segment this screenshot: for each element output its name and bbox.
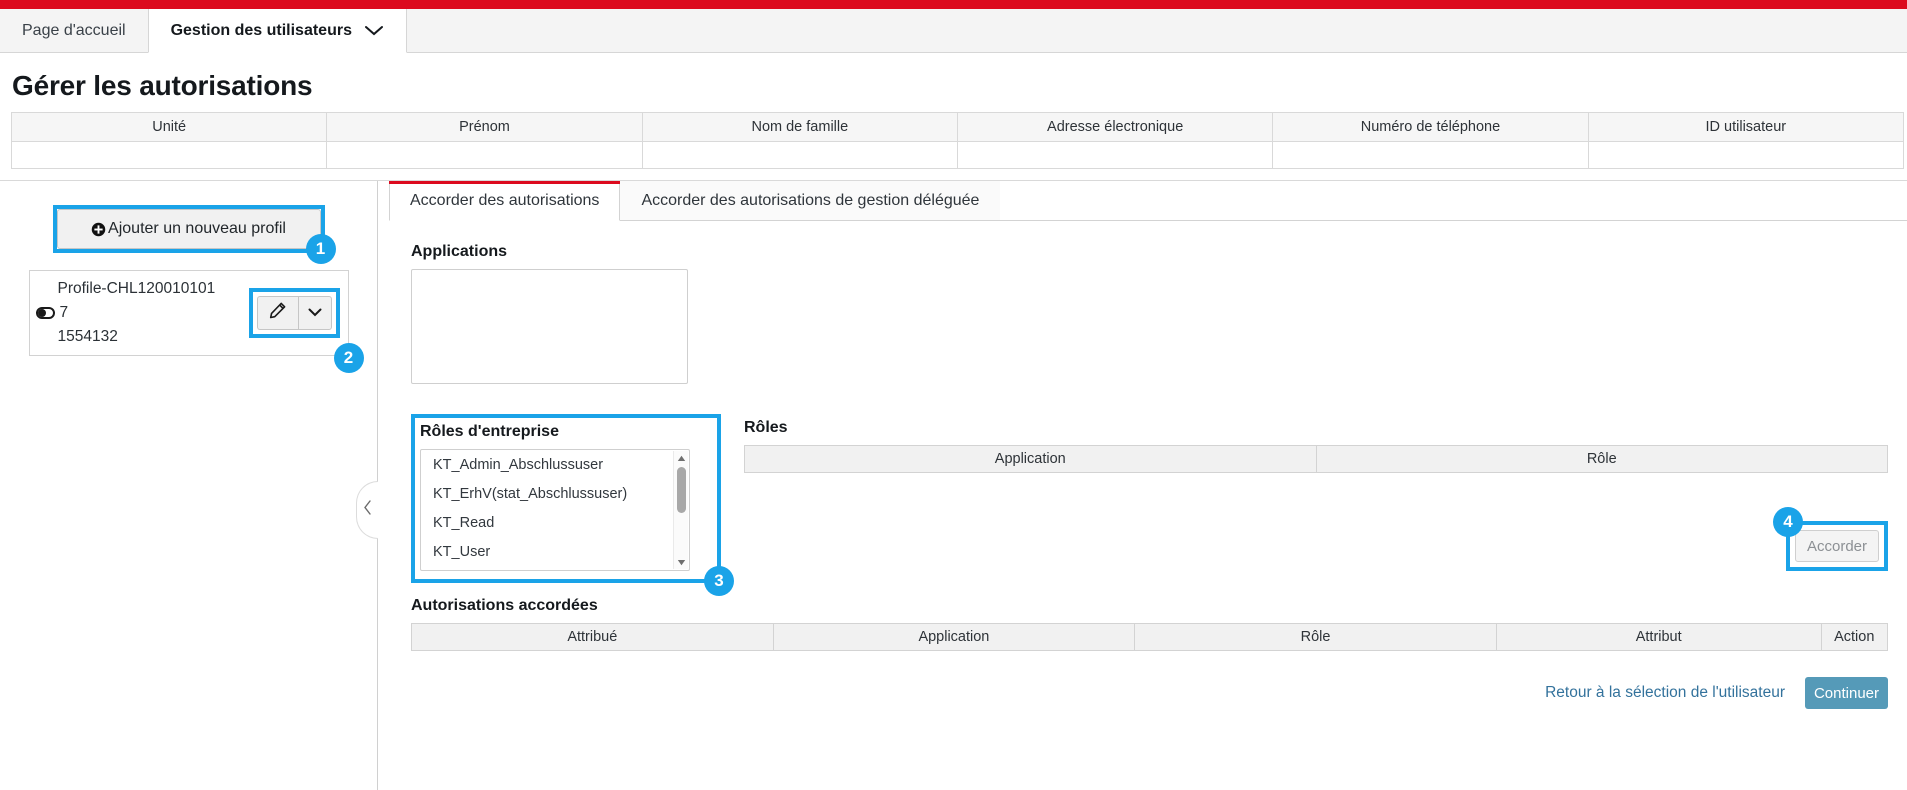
- column-header-attribut: Attribut: [1495, 623, 1822, 651]
- toggle-icon[interactable]: [35, 307, 55, 319]
- step-badge-4: 4: [1773, 507, 1803, 537]
- step-badge-2: 2: [333, 343, 364, 373]
- user-info-table: Unité Prénom Nom de famille Adresse élec…: [10, 112, 1905, 169]
- pencil-icon: [269, 302, 286, 324]
- enterprise-roles-label: Rôles d'entreprise: [420, 423, 559, 440]
- column-header-unite: Unité: [10, 112, 328, 142]
- column-header-role: Rôle: [1315, 445, 1888, 473]
- back-to-user-selection-link[interactable]: Retour à la sélection de l'utilisateur: [1545, 684, 1785, 702]
- page-title: Gérer les autorisations: [12, 70, 313, 101]
- footer-actions: Retour à la sélection de l'utilisateur C…: [411, 677, 1907, 709]
- column-header-application: Application: [772, 623, 1136, 651]
- tab-grant-delegated-management[interactable]: Accorder des autorisations de gestion dé…: [620, 181, 1001, 220]
- profile-actions-dropdown-button[interactable]: [297, 296, 332, 330]
- table-row: [10, 141, 1905, 169]
- profile-edit-group: [256, 296, 332, 330]
- step-badge-3: 3: [704, 566, 734, 596]
- chevron-left-icon: [363, 500, 372, 520]
- nav-item-home-label: Page d'accueil: [22, 21, 126, 39]
- profile-toggle-value: 7: [59, 304, 69, 321]
- edit-group-highlight: [248, 288, 340, 338]
- column-header-numero-de-telephone: Numéro de téléphone: [1272, 112, 1589, 142]
- profile-card[interactable]: Profile-CHL120010101 7 1554132 2: [28, 270, 364, 373]
- cell-prenom: [326, 141, 643, 169]
- scrollbar-thumb[interactable]: [677, 467, 686, 513]
- roles-label: Rôles: [744, 419, 788, 436]
- grant-button[interactable]: Accorder: [1795, 530, 1879, 562]
- nav-item-home[interactable]: Page d'accueil: [0, 9, 148, 52]
- nav-item-user-management-label: Gestion des utilisateurs: [170, 21, 352, 39]
- add-profile-button[interactable]: Ajouter un nouveau profil: [56, 209, 321, 249]
- grant-button-highlight: Accorder 4: [1773, 507, 1888, 571]
- column-header-adresse-electronique: Adresse électronique: [956, 112, 1274, 142]
- roles-columns: Rôles d'entreprise KT_Admin_Abschlussuse…: [411, 384, 1907, 596]
- enterprise-roles-highlight: Rôles d'entreprise KT_Admin_Abschlussuse…: [411, 414, 734, 596]
- column-header-application: Application: [744, 445, 1317, 473]
- profile-sidebar: Ajouter un nouveau profil 1 Profile-CHL1…: [0, 181, 378, 790]
- enterprise-roles-scrollbar[interactable]: [673, 451, 688, 569]
- applications-listbox[interactable]: [411, 269, 688, 384]
- sidebar-collapse-handle[interactable]: [356, 481, 378, 539]
- cell-numero-de-telephone: [1272, 141, 1589, 169]
- plus-circle-icon: [91, 222, 106, 237]
- column-header-nom-de-famille: Nom de famille: [641, 112, 958, 142]
- add-profile-highlight: Ajouter un nouveau profil 1: [52, 205, 336, 264]
- roles-column: Rôles Application Rôle: [731, 384, 1907, 583]
- granted-permissions-label: Autorisations accordées: [411, 597, 598, 614]
- add-profile-label: Ajouter un nouveau profil: [108, 220, 286, 237]
- cell-adresse-electronique: [956, 141, 1274, 169]
- main-content-area: Ajouter un nouveau profil 1 Profile-CHL1…: [0, 180, 1907, 790]
- main-navigation: Page d'accueil Gestion des utilisateurs: [0, 9, 1907, 53]
- tab-grant-delegated-management-label: Accorder des autorisations de gestion dé…: [641, 191, 980, 209]
- table-header-row: Unité Prénom Nom de famille Adresse élec…: [10, 112, 1905, 142]
- scroll-down-arrow-icon[interactable]: [674, 555, 688, 569]
- column-header-role: Rôle: [1134, 623, 1497, 651]
- chevron-down-icon: [308, 304, 322, 322]
- scroll-up-arrow-icon[interactable]: [674, 451, 688, 465]
- cell-id-utilisateur: [1587, 141, 1905, 169]
- tab-grant-permissions-label: Accorder des autorisations: [410, 192, 600, 209]
- list-item[interactable]: KT_Read: [421, 508, 689, 537]
- column-header-prenom: Prénom: [326, 112, 643, 142]
- granted-permissions-section: Autorisations accordées Attribué Applica…: [411, 597, 1907, 651]
- tab-grant-permissions[interactable]: Accorder des autorisations: [389, 181, 621, 221]
- table-header-row: Application Rôle: [744, 445, 1888, 473]
- column-header-id-utilisateur: ID utilisateur: [1587, 112, 1905, 142]
- list-item[interactable]: KT_User: [421, 537, 689, 566]
- column-header-action: Action: [1820, 623, 1889, 651]
- column-header-attribue: Attribué: [411, 623, 774, 651]
- granted-permissions-table: Attribué Application Rôle Attribut Actio…: [411, 623, 1889, 651]
- table-header-row: Attribué Application Rôle Attribut Actio…: [411, 623, 1889, 651]
- cell-nom-de-famille: [641, 141, 958, 169]
- roles-table: Application Rôle: [744, 445, 1888, 473]
- list-item[interactable]: KT_Admin_Abschlussuser: [421, 450, 689, 479]
- step-badge-1: 1: [305, 234, 336, 264]
- edit-profile-button[interactable]: [256, 296, 298, 330]
- nav-item-user-management[interactable]: Gestion des utilisateurs: [147, 9, 407, 53]
- applications-label: Applications: [411, 243, 508, 260]
- permissions-content: Applications Rôles d'entreprise KT_Admin…: [389, 221, 1907, 709]
- top-accent-bar: [0, 0, 1907, 9]
- list-item[interactable]: KT_ErhV(stat_Abschlussuser): [421, 479, 689, 508]
- enterprise-roles-column: Rôles d'entreprise KT_Admin_Abschlussuse…: [411, 384, 734, 596]
- continue-button[interactable]: Continuer: [1805, 677, 1888, 709]
- enterprise-roles-listbox[interactable]: KT_Admin_Abschlussuser KT_ErhV(stat_Absc…: [420, 449, 690, 571]
- chevron-down-icon: [364, 25, 384, 37]
- permissions-panel: Accorder des autorisations Accorder des …: [378, 181, 1907, 790]
- permissions-tabs: Accorder des autorisations Accorder des …: [389, 181, 1907, 221]
- cell-unite: [10, 141, 328, 169]
